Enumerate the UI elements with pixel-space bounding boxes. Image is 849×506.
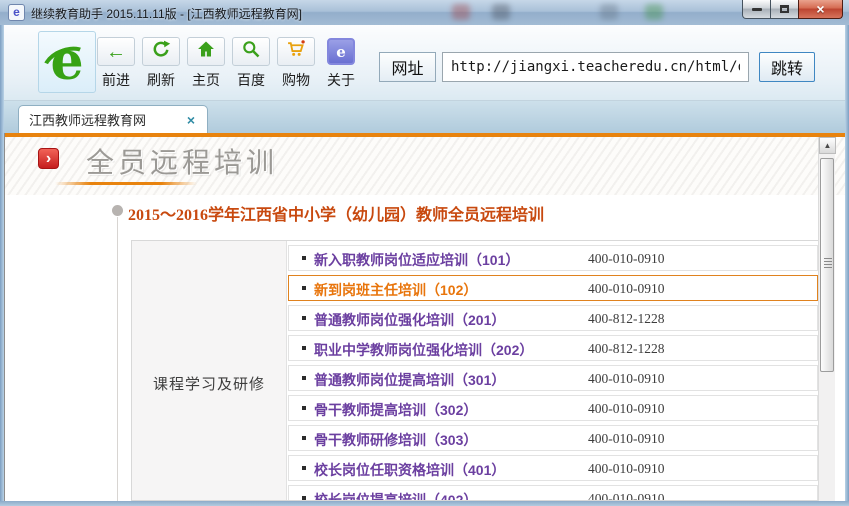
scroll-up-button[interactable]: ▲ [819, 137, 836, 154]
course-phone: 400-812-1228 [588, 341, 665, 356]
go-button[interactable]: 跳转 [759, 52, 815, 82]
refresh-icon [151, 39, 171, 64]
course-row-201[interactable]: 普通教师岗位强化培训（201） 400-812-1228 [288, 305, 818, 331]
list-bullet-icon [112, 205, 123, 216]
page-content: › 全员远程培训 2015～2016学年江西省中小学（幼儿园）教师全员远程培训 … [4, 133, 845, 501]
window-border-right [845, 25, 849, 506]
course-phone: 400-010-0910 [588, 491, 665, 501]
close-icon: × [816, 1, 825, 17]
course-row-402[interactable]: 校长岗位提高培训（402） 400-010-0910 [288, 485, 818, 501]
course-link[interactable]: 普通教师岗位提高培训（301） [314, 370, 505, 390]
section-underline [55, 182, 197, 185]
back-arrow-icon: ← [106, 40, 126, 63]
course-rows: 新入职教师岗位适应培训（101） 400-010-0910 新到岗班主任培训（1… [288, 245, 818, 501]
url-input[interactable] [442, 52, 749, 82]
glass-reflection [600, 4, 618, 20]
bullet-icon [302, 346, 306, 350]
scrollbar-thumb[interactable] [820, 158, 834, 372]
bullet-icon [302, 496, 306, 500]
search-icon [241, 39, 261, 64]
forward-button-label: 前进 [102, 72, 130, 88]
app-window: e 继续教育助手 2015.11.11版 - [江西教师远程教育网] × e ←… [0, 0, 849, 506]
about-button[interactable]: e 关于 [319, 37, 363, 90]
scrollbar-grip-icon [824, 261, 832, 262]
tab-label: 江西教师远程教育网 [29, 113, 147, 128]
course-phone: 400-010-0910 [588, 401, 665, 416]
maximize-icon [780, 5, 789, 13]
glass-reflection [492, 4, 510, 20]
course-row-401[interactable]: 校长岗位任职资格培训（401） 400-010-0910 [288, 455, 818, 481]
window-border-bottom [0, 501, 849, 506]
toolbar: e ← 前进 刷新 主页 百度 购物 e 关于 网址 http://jiangx… [4, 25, 845, 101]
course-link[interactable]: 新入职教师岗位适应培训（101） [314, 250, 519, 270]
minimize-button[interactable] [742, 0, 771, 19]
shopping-button[interactable]: 购物 [274, 37, 318, 90]
about-icon: e [327, 38, 355, 65]
course-link[interactable]: 校长岗位提高培训（402） [314, 490, 477, 500]
course-link[interactable]: 骨干教师提高培训（302） [314, 400, 477, 420]
glass-reflection [645, 4, 663, 20]
course-row-303[interactable]: 骨干教师研修培训（303） 400-010-0910 [288, 425, 818, 451]
course-phone: 400-010-0910 [588, 461, 665, 476]
url-label: 网址 [379, 52, 436, 82]
shopping-button-label: 购物 [282, 72, 310, 88]
course-row-101[interactable]: 新入职教师岗位适应培训（101） 400-010-0910 [288, 245, 818, 271]
course-link[interactable]: 普通教师岗位强化培训（201） [314, 310, 505, 330]
category-cell: 课程学习及研修 [132, 241, 287, 500]
refresh-button[interactable]: 刷新 [139, 37, 183, 90]
course-link[interactable]: 职业中学教师岗位强化培训（202） [314, 340, 533, 360]
glass-reflection [452, 4, 470, 20]
app-logo-icon: e [8, 4, 25, 21]
bullet-icon [302, 406, 306, 410]
minimize-icon [751, 7, 762, 11]
bullet-icon [302, 466, 306, 470]
tab-bar: 江西教师远程教育网 × [4, 101, 845, 133]
window-border-left [0, 25, 4, 506]
about-button-label: 关于 [327, 72, 355, 88]
course-phone: 400-010-0910 [588, 281, 665, 296]
window-title: 继续教育助手 2015.11.11版 - [江西教师远程教育网] [31, 7, 302, 21]
section-chevron-icon: › [38, 148, 59, 169]
course-row-301[interactable]: 普通教师岗位提高培训（301） 400-010-0910 [288, 365, 818, 391]
home-button-label: 主页 [192, 72, 220, 88]
section-title: 全员远程培训 [86, 147, 279, 178]
course-row-302[interactable]: 骨干教师提高培训（302） 400-010-0910 [288, 395, 818, 421]
timeline-line [117, 217, 118, 501]
tab-jiangxi-teacher-edu[interactable]: 江西教师远程教育网 × [18, 105, 208, 133]
course-row-102[interactable]: 新到岗班主任培训（102） 400-010-0910 [288, 275, 818, 301]
maximize-button[interactable] [771, 0, 798, 19]
course-table: 课程学习及研修 新入职教师岗位适应培训（101） 400-010-0910 新到… [131, 240, 821, 501]
forward-button[interactable]: ← 前进 [94, 37, 138, 90]
category-label: 课程学习及研修 [152, 376, 265, 393]
bullet-icon [302, 316, 306, 320]
course-phone: 400-010-0910 [588, 371, 665, 386]
bullet-icon [302, 436, 306, 440]
close-button[interactable]: × [798, 0, 843, 19]
course-link[interactable]: 新到岗班主任培训（102） [314, 280, 477, 300]
baidu-search-button[interactable]: 百度 [229, 37, 273, 90]
course-link[interactable]: 校长岗位任职资格培训（401） [314, 460, 505, 480]
titlebar[interactable]: e 继续教育助手 2015.11.11版 - [江西教师远程教育网] × [0, 0, 849, 25]
browser-logo[interactable]: e [36, 31, 98, 93]
vertical-scrollbar[interactable]: ▲ [818, 137, 836, 501]
tab-close-icon[interactable]: × [185, 113, 197, 127]
course-phone: 400-010-0910 [588, 251, 665, 266]
window-controls: × [742, 0, 843, 19]
refresh-button-label: 刷新 [147, 72, 175, 88]
cart-icon [285, 39, 307, 64]
course-phone: 400-812-1228 [588, 311, 665, 326]
course-phone: 400-010-0910 [588, 431, 665, 446]
bullet-icon [302, 376, 306, 380]
baidu-button-label: 百度 [237, 72, 265, 88]
course-link[interactable]: 骨干教师研修培训（303） [314, 430, 477, 450]
bullet-icon [302, 256, 306, 260]
home-button[interactable]: 主页 [184, 37, 228, 90]
bullet-icon [302, 286, 306, 290]
course-row-202[interactable]: 职业中学教师岗位强化培训（202） 400-812-1228 [288, 335, 818, 361]
home-icon [196, 39, 216, 64]
training-list-title: 2015～2016学年江西省中小学（幼儿园）教师全员远程培训 [128, 207, 545, 224]
